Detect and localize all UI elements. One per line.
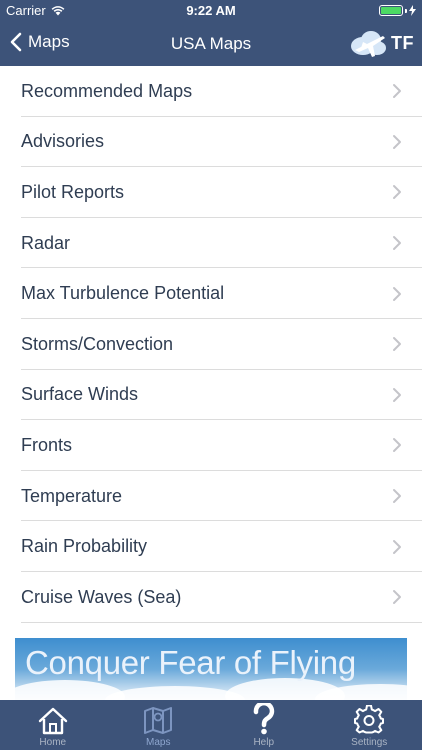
list-item-label: Cruise Waves (Sea) [21, 586, 182, 607]
tab-bar: Home Maps Help Settings [0, 700, 422, 750]
list-item-label: Temperature [21, 485, 123, 506]
map-icon [144, 707, 173, 734]
chevron-right-icon [393, 236, 401, 251]
battery-icon [379, 5, 416, 16]
chevron-right-icon [393, 590, 401, 605]
question-icon [253, 703, 274, 735]
tab-settings[interactable]: Settings [317, 700, 422, 750]
tab-help[interactable]: Help [211, 700, 317, 750]
list-item-label: Recommended Maps [21, 80, 193, 101]
status-time: 9:22 AM [186, 3, 236, 18]
app-logo: TF [349, 26, 414, 60]
tab-maps[interactable]: Maps [106, 700, 212, 750]
chevron-right-icon [393, 387, 401, 402]
list-item-label: Radar [21, 232, 71, 253]
gear-icon [354, 705, 385, 734]
banner-text: Conquer Fear of Flying [25, 644, 356, 681]
navigation-bar: Maps USA Maps TF [0, 22, 422, 66]
charging-bolt-icon [409, 5, 416, 16]
list-item-storms-convection[interactable]: Storms/Convection [0, 319, 422, 370]
tab-label: Home [39, 737, 67, 748]
logo-text: TF [391, 32, 414, 53]
list-item-label: Max Turbulence Potential [21, 283, 225, 304]
list-item-label: Pilot Reports [21, 181, 125, 202]
list-item-advisories[interactable]: Advisories [0, 117, 422, 168]
home-icon [38, 707, 67, 735]
chevron-right-icon [393, 489, 401, 504]
chevron-right-icon [393, 185, 401, 200]
list-item-temperature[interactable]: Temperature [0, 471, 422, 522]
tab-label: Help [253, 737, 275, 748]
list-item-radar[interactable]: Radar [0, 218, 422, 269]
chevron-right-icon [393, 539, 401, 554]
list-item-max-turbulence-potential[interactable]: Max Turbulence Potential [0, 268, 422, 319]
chevron-right-icon [393, 438, 401, 453]
chevron-right-icon [393, 337, 401, 352]
top-bar: Carrier 9:22 AM Maps USA Maps TF [0, 0, 422, 66]
list-item-label: Rain Probability [21, 536, 148, 557]
tab-label: Maps [146, 737, 171, 748]
chevron-right-icon [393, 84, 401, 99]
cloud-plane-icon [351, 31, 386, 57]
list-item-label: Storms/Convection [21, 333, 174, 354]
list-item-recommended-maps[interactable]: Recommended Maps [0, 66, 422, 117]
list-item-label: Surface Winds [21, 384, 139, 405]
status-bar: Carrier 9:22 AM [0, 0, 422, 22]
list-item-label: Advisories [21, 131, 105, 152]
list-item-fronts[interactable]: Fronts [0, 420, 422, 471]
list-item-cruise-waves[interactable]: Cruise Waves (Sea) [0, 572, 422, 623]
list-item-label: Fronts [21, 434, 73, 455]
chevron-right-icon [393, 286, 401, 301]
list-item-pilot-reports[interactable]: Pilot Reports [0, 167, 422, 218]
maps-list: Recommended Maps Advisories Pilot Report… [0, 66, 422, 623]
chevron-right-icon [393, 134, 401, 149]
tab-home[interactable]: Home [0, 700, 106, 750]
tab-label: Settings [351, 737, 388, 748]
list-item-surface-winds[interactable]: Surface Winds [0, 370, 422, 421]
list-item-rain-probability[interactable]: Rain Probability [0, 521, 422, 572]
promo-banner[interactable]: Conquer Fear of Flying [15, 638, 407, 700]
